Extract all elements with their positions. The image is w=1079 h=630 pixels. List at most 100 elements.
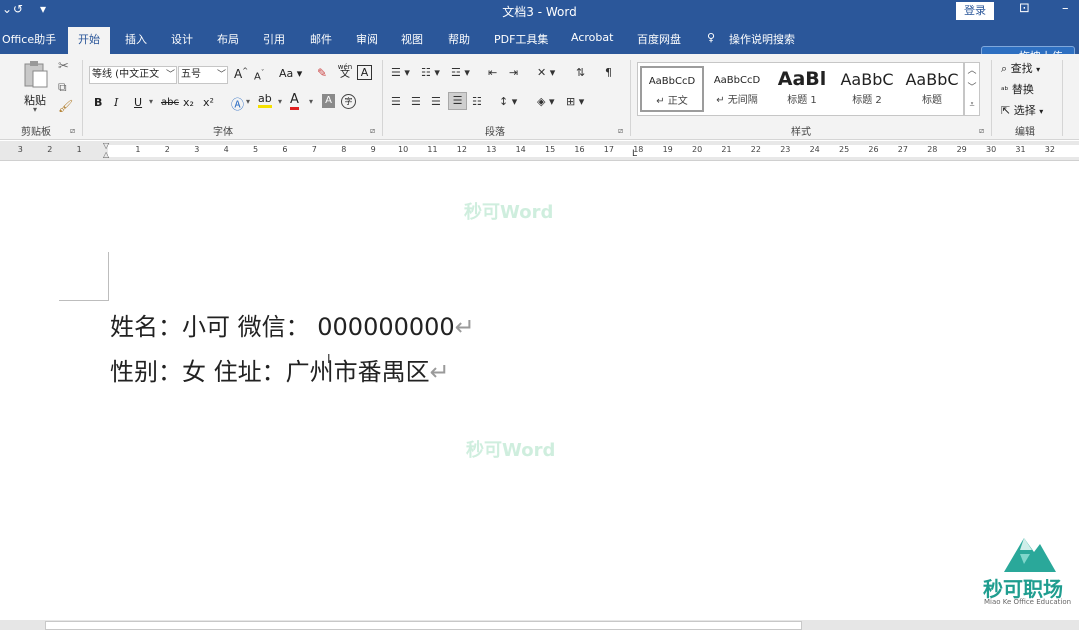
clear-formatting-icon[interactable]: ✎ bbox=[317, 66, 327, 80]
ruler-number: 2 bbox=[47, 145, 53, 154]
group-separator bbox=[630, 60, 631, 136]
tab-acrobat[interactable]: Acrobat bbox=[571, 31, 613, 44]
ruler-number: 8 bbox=[341, 145, 347, 154]
style-heading-2[interactable]: AaBbC 标题 2 bbox=[835, 66, 899, 112]
text-effects-icon[interactable]: Ⓐ bbox=[231, 94, 244, 113]
increase-indent-icon[interactable]: ⇥ bbox=[509, 66, 518, 79]
style-heading-1[interactable]: AaBl 标题 1 bbox=[770, 66, 834, 112]
select-button[interactable]: ⇱ 选择 ▾ bbox=[1001, 102, 1043, 118]
grow-font-icon[interactable]: A^ bbox=[234, 67, 248, 81]
styles-scroll[interactable]: ︿ ﹀ ⩡ bbox=[964, 62, 980, 116]
style-no-spacing[interactable]: AaBbCcD ↵ 无间隔 bbox=[705, 66, 769, 112]
paragraph-launcher-icon[interactable]: ⧄ bbox=[618, 126, 623, 136]
minimize-icon[interactable]: – bbox=[1062, 1, 1069, 16]
ruler-number: 7 bbox=[311, 145, 317, 154]
font-name-box[interactable]: 等线 (中文正文 ﹀ bbox=[89, 66, 177, 84]
bold-button[interactable]: B bbox=[94, 96, 102, 109]
lightbulb-icon[interactable]: ♀ bbox=[707, 31, 715, 44]
clipboard-launcher-icon[interactable]: ⧄ bbox=[70, 126, 75, 136]
first-line-indent-marker[interactable]: ▽ bbox=[103, 141, 109, 150]
change-case-icon[interactable]: Aa ▾ bbox=[279, 67, 302, 80]
borders-icon[interactable]: ⊞ ▾ bbox=[566, 95, 584, 108]
copy-icon[interactable]: ⧉ bbox=[58, 80, 67, 95]
underline-button[interactable]: U bbox=[134, 96, 142, 109]
show-marks-icon[interactable]: ¶ bbox=[605, 66, 612, 79]
font-color-icon[interactable]: A bbox=[290, 93, 299, 110]
strikethrough-button[interactable]: abc bbox=[161, 97, 179, 108]
document-line[interactable]: 性别：女 住址：广州市番禺区↵ bbox=[110, 352, 450, 387]
cursor-arrow-icon: ⇱ bbox=[1001, 104, 1011, 117]
character-border-icon[interactable]: A bbox=[357, 65, 372, 80]
document-page[interactable]: 秒可Word 秒可Word bbox=[0, 162, 1079, 620]
shrink-font-icon[interactable]: Aˇ bbox=[254, 69, 264, 82]
decrease-indent-icon[interactable]: ⇤ bbox=[488, 66, 497, 79]
login-button[interactable]: 登录 bbox=[956, 2, 994, 20]
logo-subtitle: Miao Ke Office Education bbox=[984, 598, 1072, 606]
justify-icon[interactable]: ☰ bbox=[448, 92, 467, 110]
horizontal-ruler[interactable]: ▽ △ L 3 2 1 1 2 3 4 5 6 7 8 9 10 11 12 13 14 15 16 17 18 19 20… bbox=[0, 141, 1079, 161]
group-separator bbox=[382, 60, 383, 136]
style-normal[interactable]: AaBbCcD ↵ 正文 bbox=[640, 66, 704, 112]
sort-icon[interactable]: ⇅ bbox=[576, 66, 585, 79]
italic-button[interactable]: I bbox=[114, 96, 118, 109]
scroll-up-icon[interactable]: ︿ bbox=[965, 63, 979, 80]
ribbon-display-icon[interactable]: ⊡ bbox=[1019, 1, 1030, 16]
tab-mailings[interactable]: 邮件 bbox=[310, 31, 332, 47]
ruler-number: 20 bbox=[692, 145, 703, 154]
ruler-number: 5 bbox=[253, 145, 259, 154]
multilevel-list-icon[interactable]: ☲ ▾ bbox=[451, 66, 470, 79]
tab-baidu-netdisk[interactable]: 百度网盘 bbox=[637, 31, 681, 47]
tab-references[interactable]: 引用 bbox=[263, 31, 285, 47]
styles-gallery: AaBbCcD ↵ 正文 AaBbCcD ↵ 无间隔 AaBl 标题 1 AaB… bbox=[637, 62, 964, 116]
horizontal-scrollbar[interactable] bbox=[45, 621, 802, 630]
paste-dropdown-icon[interactable]: ▾ bbox=[33, 105, 37, 114]
tell-me-search[interactable]: 操作说明搜索 bbox=[729, 31, 795, 47]
text-effects-dropdown-icon[interactable]: ▾ bbox=[246, 97, 250, 106]
tab-design[interactable]: 设计 bbox=[171, 31, 193, 47]
phonetic-guide-icon[interactable]: wén 文 bbox=[337, 63, 353, 80]
ruler-number: 19 bbox=[662, 145, 673, 154]
enclose-characters-icon[interactable]: 字 bbox=[341, 94, 356, 109]
style-title[interactable]: AaBbC 标题 bbox=[900, 66, 964, 112]
tab-pdf-tools[interactable]: PDF工具集 bbox=[494, 31, 548, 47]
format-painter-icon[interactable]: 🖌 bbox=[58, 99, 73, 113]
font-launcher-icon[interactable]: ⧄ bbox=[370, 126, 375, 136]
document-line[interactable]: 姓名：小可 微信： 000000000↵ bbox=[110, 307, 475, 342]
shading-icon[interactable]: ◈ ▾ bbox=[537, 95, 554, 108]
superscript-button[interactable]: x² bbox=[203, 96, 214, 109]
cut-icon[interactable]: ✂ bbox=[58, 59, 69, 74]
subscript-button[interactable]: x₂ bbox=[183, 96, 194, 109]
font-size-value: 五号 bbox=[181, 69, 201, 80]
tab-view[interactable]: 视图 bbox=[401, 31, 423, 47]
font-color-dropdown-icon[interactable]: ▾ bbox=[309, 97, 313, 106]
align-left-icon[interactable]: ☰ bbox=[391, 95, 401, 108]
find-button[interactable]: ⌕ 查找 ▾ bbox=[1001, 60, 1040, 76]
underline-dropdown-icon[interactable]: ▾ bbox=[149, 97, 153, 106]
character-shading-icon[interactable]: A bbox=[322, 94, 335, 108]
font-size-box[interactable]: 五号 ﹀ bbox=[178, 66, 228, 84]
align-right-icon[interactable]: ☰ bbox=[431, 95, 441, 108]
tab-office-assistant[interactable]: Office助手 bbox=[2, 31, 56, 47]
styles-launcher-icon[interactable]: ⧄ bbox=[979, 126, 984, 136]
highlight-dropdown-icon[interactable]: ▾ bbox=[278, 97, 282, 106]
distributed-icon[interactable]: ☷ bbox=[472, 95, 482, 108]
margin-corner-mark bbox=[59, 300, 109, 301]
tab-layout[interactable]: 布局 bbox=[217, 31, 239, 47]
tab-help[interactable]: 帮助 bbox=[448, 31, 470, 47]
hanging-indent-marker[interactable]: △ bbox=[103, 150, 109, 159]
ruler-number: 28 bbox=[927, 145, 938, 154]
numbering-icon[interactable]: ☷ ▾ bbox=[421, 66, 440, 79]
tab-review[interactable]: 审阅 bbox=[356, 31, 378, 47]
replace-button[interactable]: ᵃᵇ 替换 bbox=[1001, 81, 1034, 97]
ruler-number: 3 bbox=[194, 145, 200, 154]
paste-icon[interactable] bbox=[22, 60, 50, 90]
chinese-layout-icon[interactable]: ✕ ▾ bbox=[537, 66, 555, 79]
highlight-icon[interactable]: ab bbox=[258, 93, 272, 108]
tab-insert[interactable]: 插入 bbox=[125, 31, 147, 47]
tab-home[interactable]: 开始 bbox=[68, 27, 110, 54]
line-spacing-icon[interactable]: ↕ ▾ bbox=[499, 95, 517, 108]
bullets-icon[interactable]: ☰ ▾ bbox=[391, 66, 410, 79]
scroll-down-icon[interactable]: ﹀ bbox=[965, 80, 979, 97]
more-styles-icon[interactable]: ⩡ bbox=[965, 97, 979, 114]
align-center-icon[interactable]: ☰ bbox=[411, 95, 421, 108]
